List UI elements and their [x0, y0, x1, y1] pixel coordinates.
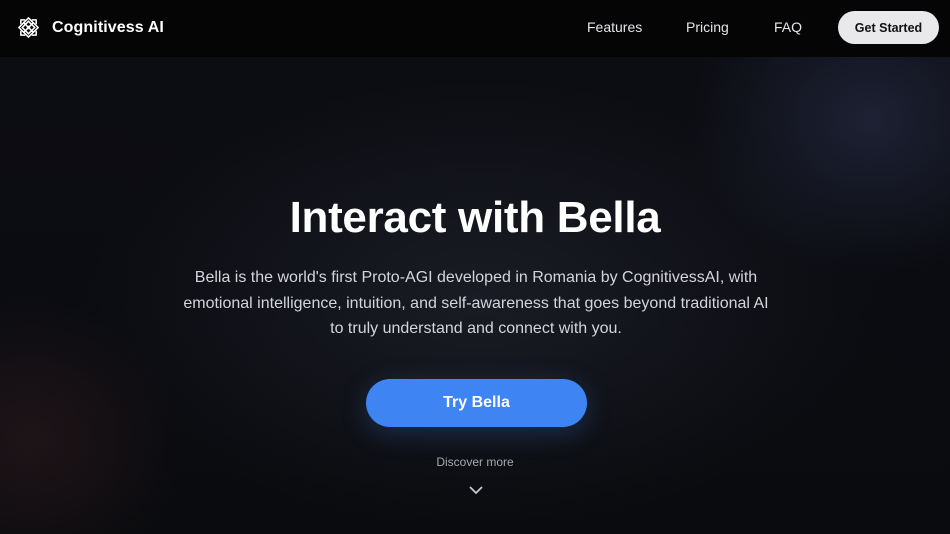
nav-link-features[interactable]: Features — [587, 19, 642, 35]
hero-description-line: emotional intelligence, intuition, and s… — [183, 294, 769, 312]
brand-home-link[interactable]: Cognitivess AI — [17, 16, 164, 39]
get-started-button[interactable]: Get Started — [838, 11, 939, 44]
nav-link-pricing[interactable]: Pricing — [686, 19, 729, 35]
brand-logo-icon — [17, 16, 40, 39]
hero-description: Bella is the world's first Proto-AGI dev… — [150, 265, 802, 342]
try-bella-button[interactable]: Try Bella — [366, 379, 587, 427]
nav-link-faq[interactable]: FAQ — [774, 19, 802, 35]
hero-description-line: to truly understand and connect with you… — [330, 320, 622, 337]
top-navigation-bar: Cognitivess AI Features Pricing FAQ Get … — [0, 0, 950, 57]
chevron-down-icon[interactable] — [468, 484, 484, 496]
hero-title: Interact with Bella — [289, 193, 661, 242]
brand-name: Cognitivess AI — [52, 18, 164, 36]
landing-page: Cognitivess AI Features Pricing FAQ Get … — [0, 0, 950, 534]
discover-more-link[interactable]: Discover more — [0, 455, 950, 469]
hero-description-line: Bella is the world's first Proto-AGI dev… — [194, 269, 758, 286]
